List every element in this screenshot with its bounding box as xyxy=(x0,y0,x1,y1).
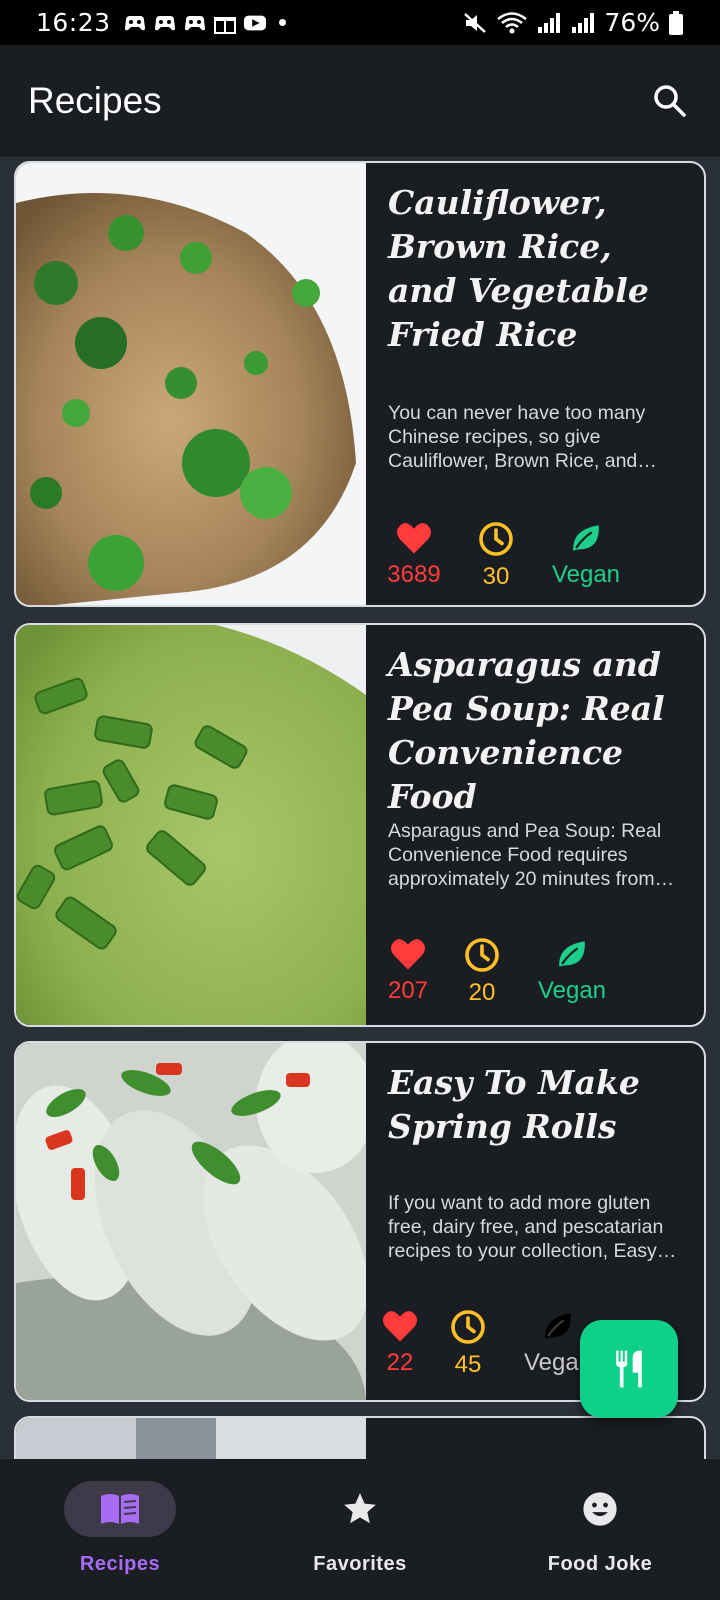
nav-label: Recipes xyxy=(79,1553,161,1575)
mute-icon xyxy=(464,12,487,33)
time-stat: 45 xyxy=(446,1309,490,1379)
nav-favorites[interactable]: Favorites xyxy=(240,1459,480,1600)
recipe-image xyxy=(16,625,366,1025)
recipe-description: If you want to add more gluten free, dai… xyxy=(388,1192,664,1262)
nav-recipes[interactable]: Recipes xyxy=(0,1459,240,1600)
notification-icons xyxy=(123,12,286,34)
battery-percentage: 76% xyxy=(604,8,660,37)
time-stat: 20 xyxy=(460,937,504,1007)
cook-minutes: 20 xyxy=(468,979,496,1006)
vegan-label: Vegan xyxy=(551,561,621,588)
likes-stat: 22 xyxy=(378,1309,422,1377)
smiley-icon xyxy=(583,1492,617,1526)
vegan-stat: Vegan xyxy=(536,937,608,1005)
nav-label: Favorites xyxy=(313,1553,407,1575)
likes-stat: 3689 xyxy=(386,521,442,589)
bottom-navigation: Recipes Favorites Food Joke xyxy=(0,1459,720,1600)
gift-icon xyxy=(213,16,236,34)
leaf-icon xyxy=(559,941,585,967)
app-bar: Recipes xyxy=(0,45,720,157)
fried-rice-image xyxy=(16,163,366,605)
status-bar: 16:23 76% xyxy=(0,0,720,45)
recipe-details: Cauliflower, Brown Rice, and Vegetable F… xyxy=(366,163,704,605)
recipe-card[interactable]: Cauliflower, Brown Rice, and Vegetable F… xyxy=(14,161,706,607)
nav-label: Food Joke xyxy=(547,1553,653,1575)
recipe-card[interactable] xyxy=(14,1416,706,1459)
search-icon xyxy=(654,85,686,117)
clock-icon xyxy=(465,938,499,972)
vegan-stat: Vegan xyxy=(550,521,622,589)
game-controller-icon xyxy=(184,15,205,30)
recipe-title: Asparagus and Pea Soup: Real Convenience… xyxy=(388,645,665,816)
fork-knife-icon xyxy=(616,1350,642,1388)
pea-soup-image xyxy=(16,625,366,1025)
likes-count: 22 xyxy=(386,1349,414,1376)
likes-stat: 207 xyxy=(386,937,430,1005)
recipe-description: Asparagus and Pea Soup: Real Convenience… xyxy=(388,820,662,890)
nav-icon-container xyxy=(544,1481,656,1537)
battery-icon xyxy=(669,10,683,35)
cook-minutes: 30 xyxy=(482,563,510,590)
recipe-image xyxy=(16,1418,366,1459)
wifi-icon xyxy=(497,11,528,33)
vegan-label: Vegan xyxy=(537,977,607,1004)
star-icon xyxy=(344,1493,376,1524)
page-title: Recipes xyxy=(28,80,162,121)
nav-active-indicator xyxy=(64,1481,176,1537)
recipe-card[interactable]: Asparagus and Pea Soup: Real Convenience… xyxy=(14,623,706,1027)
heart-icon xyxy=(383,1311,417,1342)
youtube-icon xyxy=(243,15,266,30)
status-time: 16:23 xyxy=(36,8,111,37)
nav-icon-container xyxy=(304,1481,416,1537)
signal-icon-2 xyxy=(572,12,595,33)
spring-rolls-image xyxy=(16,1043,366,1400)
likes-count: 207 xyxy=(387,977,429,1004)
game-controller-icon xyxy=(154,15,175,30)
recipe-image-partial xyxy=(16,1418,366,1459)
recipe-title: Easy To Make Spring Rolls xyxy=(388,1063,640,1146)
system-icons: 76% xyxy=(462,8,684,37)
clock-icon xyxy=(479,522,513,556)
food-joke-fab[interactable] xyxy=(580,1320,678,1418)
leaf-icon xyxy=(545,1313,571,1339)
recipe-details xyxy=(366,1418,704,1459)
recipe-list[interactable]: Cauliflower, Brown Rice, and Vegetable F… xyxy=(0,157,720,1459)
book-icon xyxy=(101,1494,139,1524)
recipe-description: You can never have too many Chinese reci… xyxy=(388,402,646,472)
likes-count: 3689 xyxy=(387,561,441,588)
recipe-title: Cauliflower, Brown Rice, and Vegetable F… xyxy=(388,183,649,354)
more-notifications-dot xyxy=(278,19,286,26)
time-stat: 30 xyxy=(474,521,518,591)
heart-icon xyxy=(397,523,431,554)
game-controller-icon xyxy=(124,15,145,30)
recipe-details: Asparagus and Pea Soup: Real Convenience… xyxy=(366,625,704,1025)
nav-food-joke[interactable]: Food Joke xyxy=(480,1459,720,1600)
recipe-image xyxy=(16,1043,366,1400)
recipe-image xyxy=(16,163,366,605)
signal-icon xyxy=(538,12,561,33)
heart-icon xyxy=(391,939,425,970)
search-button[interactable] xyxy=(648,79,692,123)
clock-icon xyxy=(451,1310,485,1344)
leaf-icon xyxy=(573,525,599,551)
cook-minutes: 45 xyxy=(454,1351,482,1378)
